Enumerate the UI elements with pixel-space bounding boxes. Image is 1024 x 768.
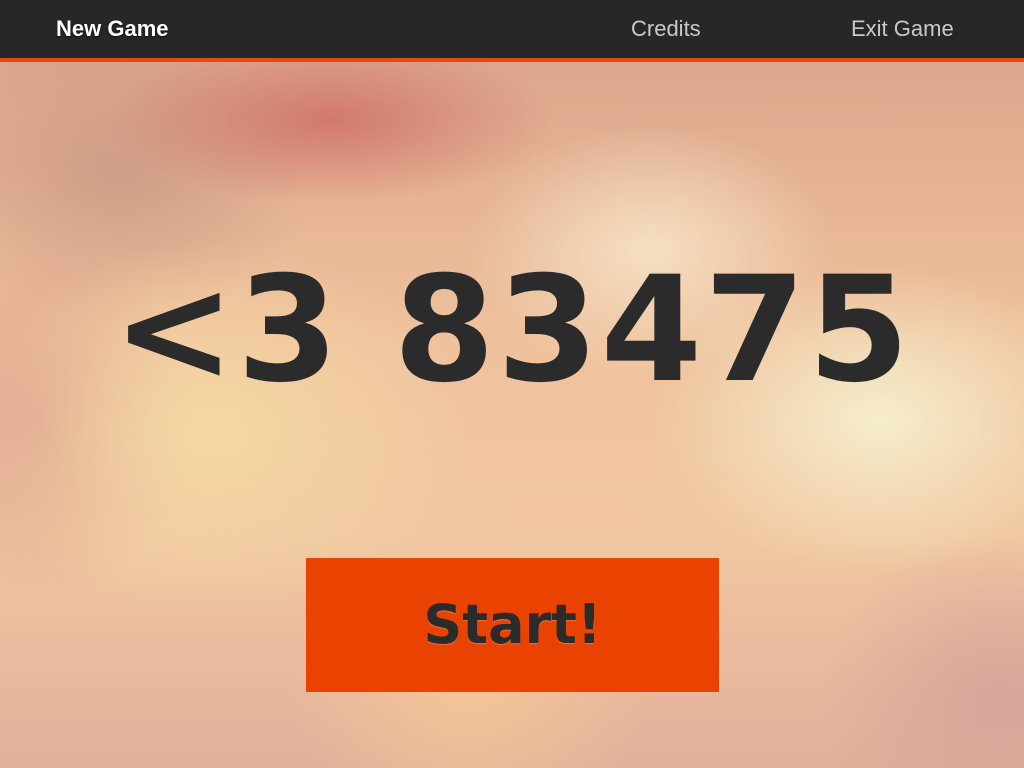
top-nav-bar: New Game Credits Exit Game [0,0,1024,62]
code-display: <3 83475 [112,245,912,415]
nav-exit-game[interactable]: Exit Game [851,0,954,58]
nav-new-game[interactable]: New Game [56,0,169,58]
nav-credits[interactable]: Credits [631,0,701,58]
start-button[interactable]: Start! [306,558,719,692]
